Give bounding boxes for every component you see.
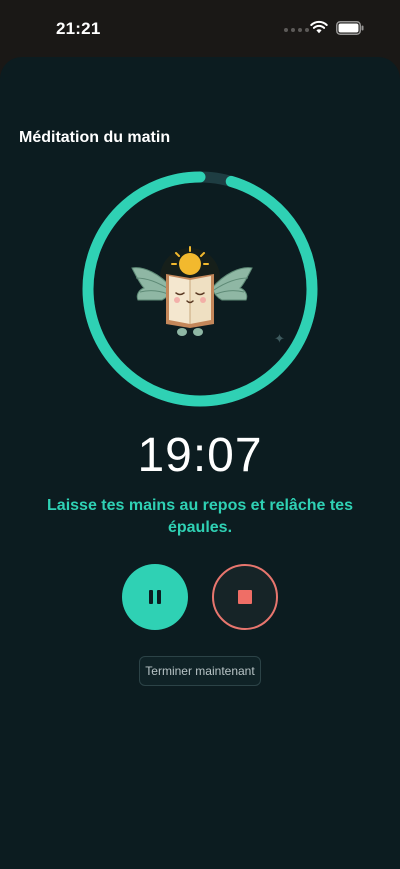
app-screen: 21:21 Méditation du matin ✦ 19:07 Laisse… (0, 0, 400, 869)
guidance-text: Laisse tes mains au repos et relâche tes… (47, 497, 353, 536)
status-time: 21:21 (56, 19, 101, 38)
sparkle-icon: ✦ (274, 331, 285, 346)
wifi-icon (310, 20, 328, 34)
signal-dots-icon (284, 28, 309, 32)
stop-button[interactable] (212, 564, 278, 630)
book-mascot-icon (131, 246, 253, 336)
page-title: Méditation du matin (19, 129, 171, 146)
finish-now-button[interactable]: Terminer maintenant (139, 656, 261, 686)
status-bar: 21:21 (0, 0, 400, 56)
stop-icon (238, 590, 252, 604)
timer-display: 19:07 (137, 429, 263, 482)
pause-button[interactable] (122, 564, 188, 630)
pause-icon (149, 590, 161, 604)
battery-icon (336, 21, 364, 35)
